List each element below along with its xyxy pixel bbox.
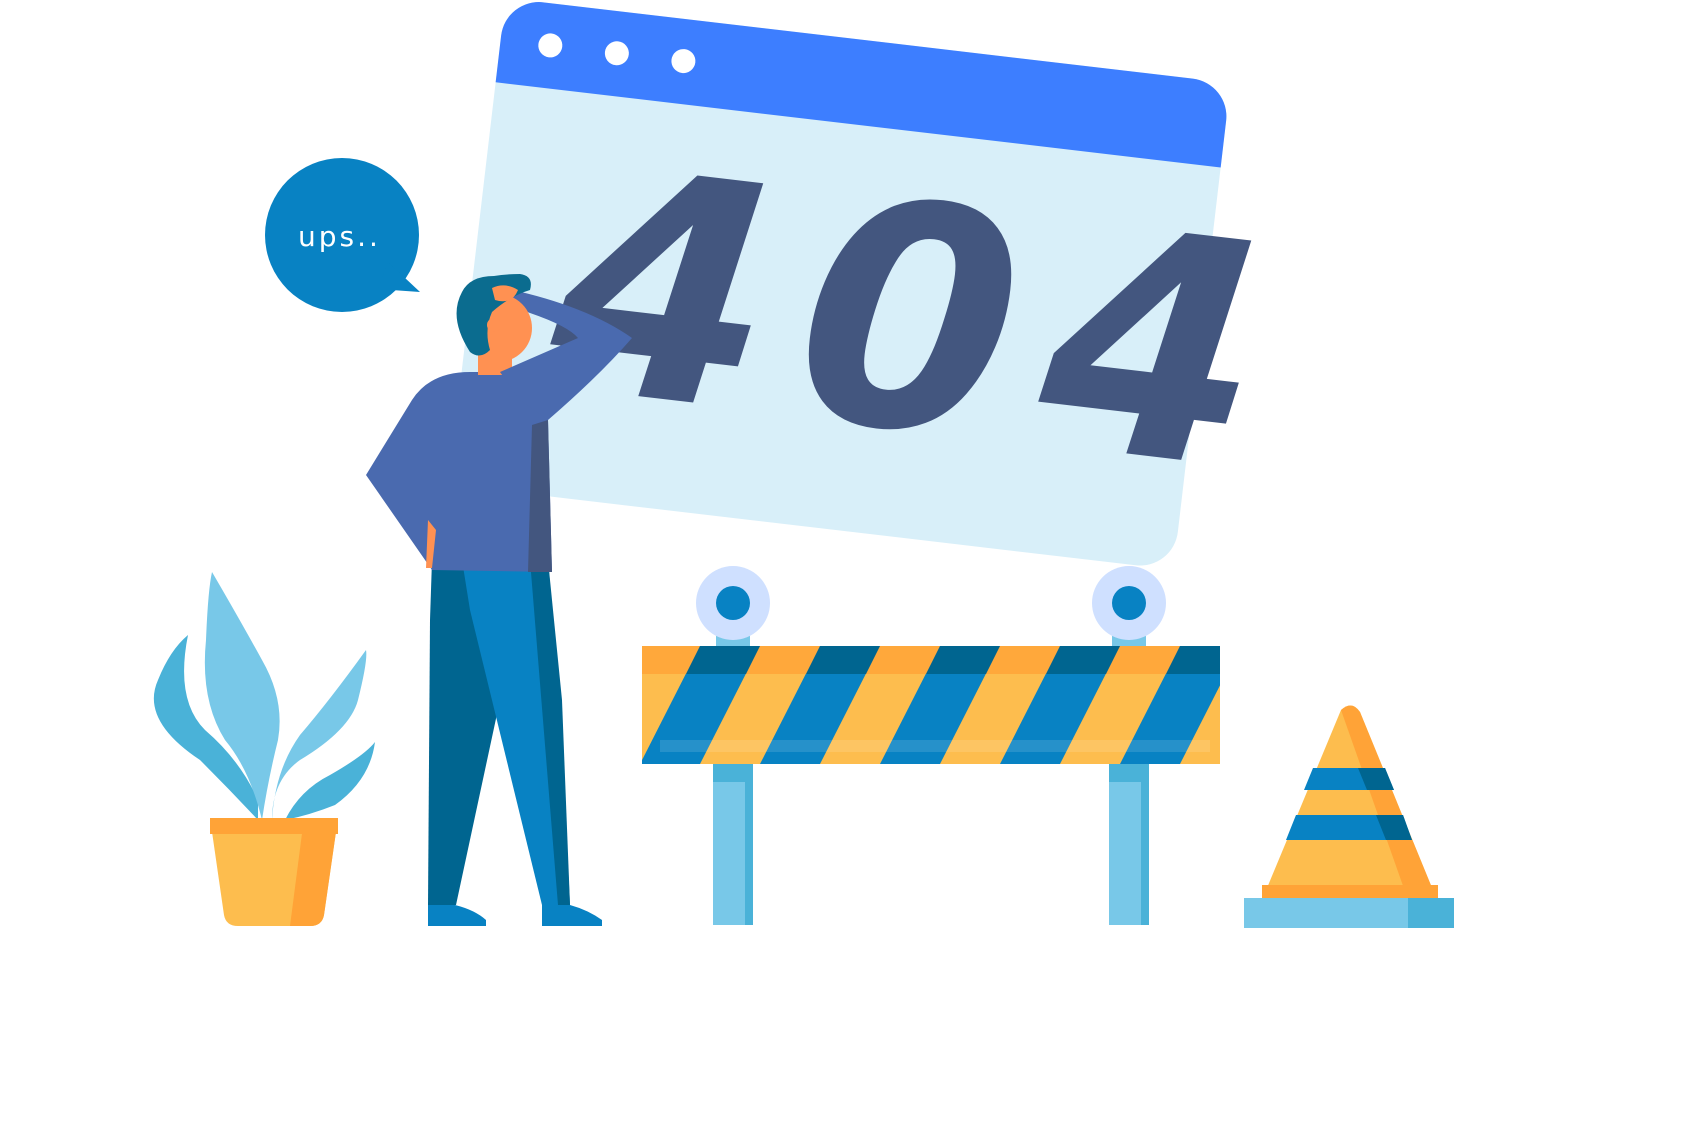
plant-icon — [153, 572, 375, 926]
barrier — [642, 566, 1220, 925]
barrier-leg-left-shade — [745, 762, 753, 925]
barrier-leg-right-cap — [1109, 762, 1149, 782]
warning-light-icon — [696, 566, 770, 640]
browser-window: 404 — [452, 2, 1311, 566]
barrier-panel — [642, 646, 1220, 764]
warning-light-icon — [1092, 566, 1166, 640]
person-torso-shade — [528, 420, 552, 572]
speech-bubble-text: ups.. — [298, 220, 381, 253]
person-shoe-front — [542, 905, 602, 926]
person-ear — [487, 318, 501, 332]
barrier-leg-right-shade — [1141, 762, 1149, 925]
barrier-leg-left-cap — [713, 762, 753, 782]
error-404-illustration: 404 ups.. — [153, 2, 1454, 928]
person-shoe-back — [428, 905, 486, 926]
speech-bubble: ups.. — [265, 158, 420, 312]
traffic-cone-icon — [1244, 705, 1454, 928]
person — [366, 274, 632, 926]
plant-pot-rim — [210, 818, 338, 834]
